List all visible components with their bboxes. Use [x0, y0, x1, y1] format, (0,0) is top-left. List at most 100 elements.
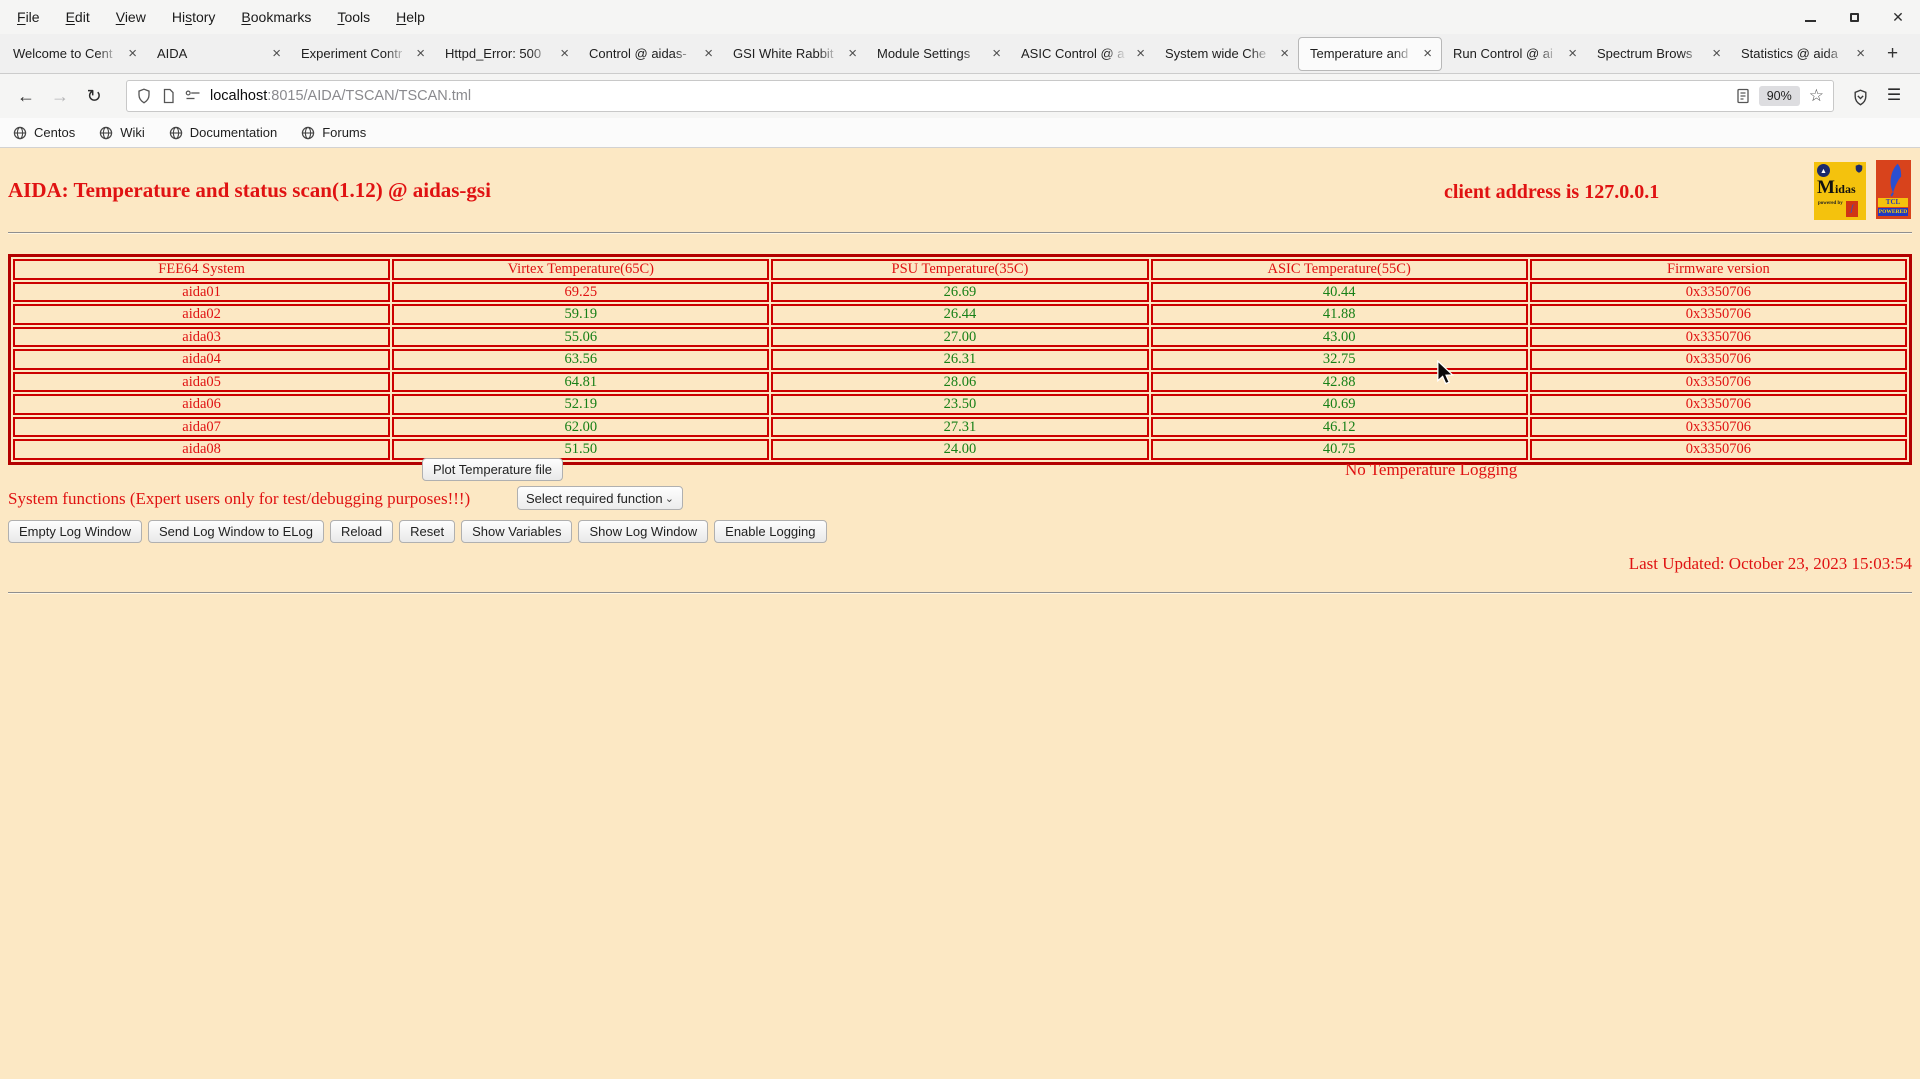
cell-firmware-version: 0x3350706 — [1529, 349, 1907, 370]
tab-welcome-to-cent[interactable]: Welcome to Cent × — [2, 34, 146, 74]
tab-close-icon[interactable]: × — [1423, 46, 1432, 61]
tab-module-settings[interactable]: Module Settings × — [866, 34, 1010, 74]
cell-virtex-temperature-65c: 59.19 — [392, 304, 770, 325]
menu-file[interactable]: File — [6, 4, 51, 30]
tab-close-icon[interactable]: × — [1712, 46, 1721, 61]
menu-edit[interactable]: Edit — [55, 4, 101, 30]
connection-settings-icon[interactable] — [185, 89, 201, 103]
tab-close-icon[interactable]: × — [416, 46, 425, 61]
reload-button[interactable]: ↻ — [78, 74, 110, 118]
cell-psu-temperature-35c: 28.06 — [771, 371, 1149, 392]
show-log-window-button[interactable]: Show Log Window — [578, 520, 709, 543]
tab-experiment-contr[interactable]: Experiment Contr × — [290, 34, 434, 74]
maximize-button[interactable] — [1846, 9, 1862, 25]
minimize-button[interactable] — [1802, 9, 1818, 25]
cell-virtex-temperature-65c: 52.19 — [392, 394, 770, 415]
bookmark-forums[interactable]: Forums — [301, 125, 366, 140]
tab-gsi-white-rabbit[interactable]: GSI White Rabbit × — [722, 34, 866, 74]
menu-help[interactable]: Help — [385, 4, 436, 30]
tab-label: Statistics @ aida — [1741, 46, 1839, 61]
cell-asic-temperature-55c: 46.12 — [1150, 416, 1528, 437]
tab-close-icon[interactable]: × — [992, 46, 1001, 61]
tab-spectrum-brows[interactable]: Spectrum Brows × — [1586, 34, 1730, 74]
cell-fee64-system: aida04 — [13, 349, 391, 370]
tab-aida[interactable]: AIDA × — [146, 34, 290, 74]
tab-system-wide-che[interactable]: System wide Che × — [1154, 34, 1298, 74]
protections-shield-icon[interactable] — [1844, 74, 1876, 118]
url-host: localhost — [210, 88, 268, 104]
plot-temperature-button[interactable]: Plot Temperature file — [422, 458, 563, 481]
url-text[interactable]: localhost:8015/AIDA/TSCAN/TSCAN.tml — [210, 88, 1727, 104]
show-variables-button[interactable]: Show Variables — [461, 520, 573, 543]
tab-temperature-and[interactable]: Temperature and × — [1298, 36, 1442, 71]
tcl-feather-icon — [1890, 163, 1902, 197]
menu-view[interactable]: View — [105, 4, 157, 30]
table-row-aida05: aida05 64.81 28.06 42.88 0x3350706 — [13, 371, 1907, 392]
reader-mode-icon[interactable] — [1736, 88, 1750, 104]
cell-psu-temperature-35c: 24.00 — [771, 439, 1149, 460]
cell-fee64-system: aida06 — [13, 394, 391, 415]
enable-logging-button[interactable]: Enable Logging — [714, 520, 827, 543]
tab-label: System wide Che — [1165, 46, 1267, 61]
tabs-container: Welcome to Cent × AIDA × Experiment Contr × Ht… — [2, 34, 1874, 73]
tab-close-icon[interactable]: × — [560, 46, 569, 61]
table-row-aida07: aida07 62.00 27.31 46.12 0x3350706 — [13, 416, 1907, 437]
cell-virtex-temperature-65c: 69.25 — [392, 281, 770, 302]
page-info-icon[interactable] — [161, 88, 176, 104]
tab-label: Spectrum Brows — [1597, 46, 1693, 61]
back-button[interactable]: ← — [10, 74, 42, 118]
tab-close-icon[interactable]: × — [1280, 46, 1289, 61]
column-header-firmware-version: Firmware version — [1529, 259, 1907, 280]
menu-bookmarks[interactable]: Bookmarks — [230, 4, 322, 30]
tab-asic-control-a[interactable]: ASIC Control @ a × — [1010, 34, 1154, 74]
tab-close-icon[interactable]: × — [848, 46, 857, 61]
cell-virtex-temperature-65c: 63.56 — [392, 349, 770, 370]
reset-button[interactable]: Reset — [399, 520, 456, 543]
column-header-psu-temperature-35c: PSU Temperature(35C) — [771, 259, 1149, 280]
send-log-window-to-elog-button[interactable]: Send Log Window to ELog — [148, 520, 324, 543]
menu-tools[interactable]: Tools — [326, 4, 381, 30]
cell-firmware-version: 0x3350706 — [1529, 371, 1907, 392]
midas-logo: ▲ Midas powered by ʃ — [1814, 162, 1866, 220]
globe-icon — [13, 126, 27, 139]
tab-control-aidas[interactable]: Control @ aidas- × — [578, 34, 722, 74]
last-updated: Last Updated: October 23, 2023 15:03:54 — [1628, 554, 1912, 573]
new-tab-button[interactable]: + — [1874, 44, 1911, 63]
tab-run-control-ai[interactable]: Run Control @ ai × — [1442, 34, 1586, 74]
tab-close-icon[interactable]: × — [272, 46, 281, 61]
tab-close-icon[interactable]: × — [1568, 46, 1577, 61]
bookmark-documentation[interactable]: Documentation — [169, 125, 277, 140]
cell-psu-temperature-35c: 26.44 — [771, 304, 1149, 325]
empty-log-window-button[interactable]: Empty Log Window — [8, 520, 142, 543]
cell-psu-temperature-35c: 27.00 — [771, 326, 1149, 347]
table-row-aida01: aida01 69.25 26.69 40.44 0x3350706 — [13, 281, 1907, 302]
zoom-level-badge[interactable]: 90% — [1758, 86, 1800, 106]
midas-powered-by: powered by — [1818, 201, 1843, 206]
bookmark-centos[interactable]: Centos — [13, 125, 75, 140]
cell-fee64-system: aida03 — [13, 326, 391, 347]
cell-asic-temperature-55c: 43.00 — [1150, 326, 1528, 347]
tab-statistics-aida[interactable]: Statistics @ aida × — [1730, 34, 1874, 74]
shield-permissions-icon[interactable] — [136, 88, 152, 104]
system-functions-label: System functions (Expert users only for … — [8, 489, 471, 508]
cell-psu-temperature-35c: 26.31 — [771, 349, 1149, 370]
bookmark-label: Forums — [322, 125, 367, 140]
app-menu-button[interactable]: ☰ — [1878, 74, 1910, 118]
menu-history[interactable]: History — [161, 4, 227, 30]
url-bar[interactable]: localhost:8015/AIDA/TSCAN/TSCAN.tml 90% … — [126, 80, 1834, 112]
function-select[interactable]: Select required function ⌄ — [517, 486, 683, 510]
tcl-label: TCL — [1878, 198, 1908, 207]
forward-button[interactable]: → — [44, 74, 76, 118]
function-select-value: Select required function — [526, 490, 663, 506]
cell-virtex-temperature-65c: 51.50 — [392, 439, 770, 460]
tab-close-icon[interactable]: × — [704, 46, 713, 61]
bookmark-star-icon[interactable]: ☆ — [1809, 86, 1824, 106]
reload-button[interactable]: Reload — [329, 520, 394, 543]
tab-close-icon[interactable]: × — [128, 46, 137, 61]
close-button[interactable]: ✕ — [1890, 9, 1906, 25]
bookmark-wiki[interactable]: Wiki — [99, 125, 145, 140]
tab-close-icon[interactable]: × — [1856, 46, 1865, 61]
tab-close-icon[interactable]: × — [1136, 46, 1145, 61]
table-row-aida06: aida06 52.19 23.50 40.69 0x3350706 — [13, 394, 1907, 415]
tab-httpd-error-500[interactable]: Httpd_Error: 500 × — [434, 34, 578, 74]
